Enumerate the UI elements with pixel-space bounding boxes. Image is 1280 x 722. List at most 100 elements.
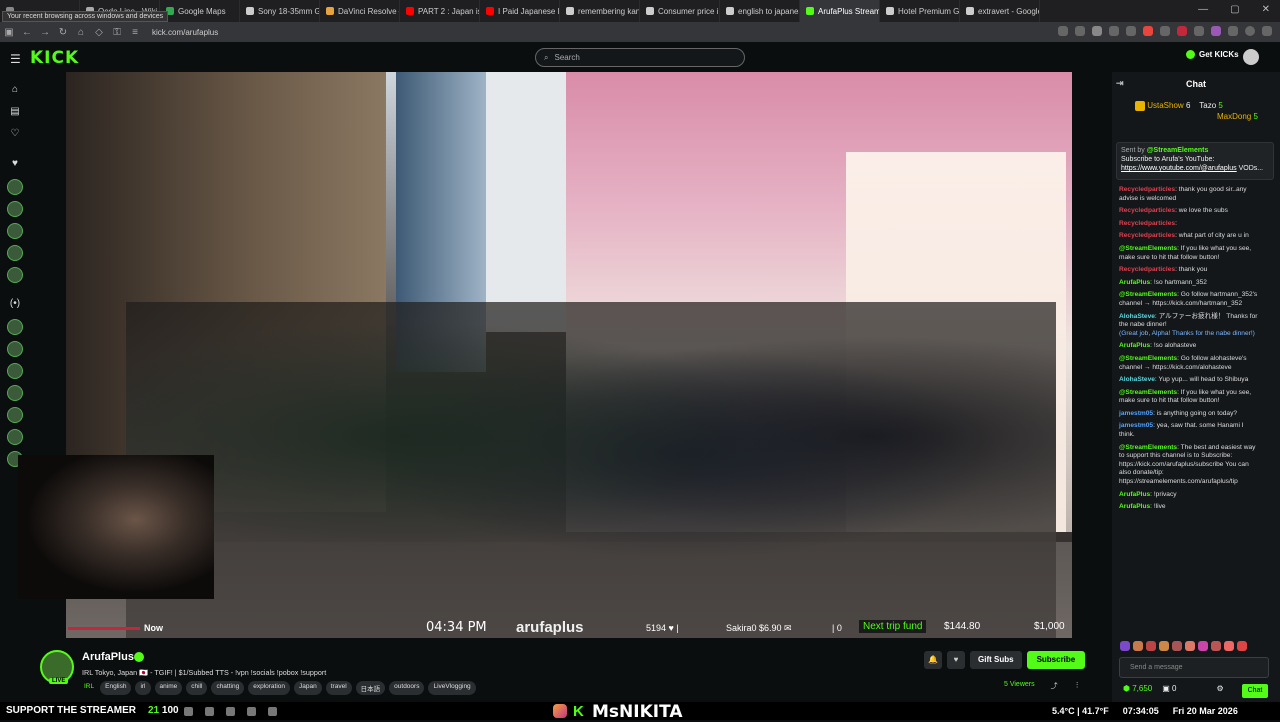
followed-channel-avatar[interactable]: [7, 223, 23, 239]
home-icon[interactable]: ⌂: [72, 27, 90, 38]
chat-username[interactable]: AlohaSteve: [1119, 376, 1155, 383]
pinned-sender[interactable]: @StreamElements: [1147, 147, 1209, 154]
followed-channel-avatar[interactable]: [7, 201, 23, 217]
browser-tab[interactable]: Hotel Premium Green: [880, 0, 960, 22]
stream-tag[interactable]: exploration: [248, 681, 291, 695]
emote-icon[interactable]: [1185, 641, 1195, 651]
stream-tag[interactable]: chatting: [211, 681, 245, 695]
stream-tag[interactable]: travel: [325, 681, 352, 695]
following-icon[interactable]: ♡: [8, 128, 22, 142]
chat-username[interactable]: ArufaPlus: [1119, 491, 1150, 498]
chat-message-input[interactable]: Send a message: [1119, 657, 1269, 678]
chat-username[interactable]: jamestm05: [1119, 410, 1153, 417]
emote-icon[interactable]: [1159, 641, 1169, 651]
browser-tab[interactable]: extravert - Google S: [960, 0, 1040, 22]
forward-icon[interactable]: →: [36, 27, 54, 38]
emote-icon[interactable]: [1237, 641, 1247, 651]
chat-username[interactable]: ArufaPlus: [1119, 503, 1150, 510]
collapse-chat-icon[interactable]: ⇥: [1116, 78, 1124, 89]
stream-tag[interactable]: chill: [186, 681, 208, 695]
profile-icon[interactable]: [1245, 26, 1255, 36]
stream-tag[interactable]: Japan: [294, 681, 322, 695]
chat-username[interactable]: Recycledparticles: [1119, 266, 1175, 273]
url-field[interactable]: kick.com/arufaplus: [152, 28, 218, 37]
emote-icon[interactable]: [1198, 641, 1208, 651]
download-icon[interactable]: [1126, 26, 1136, 36]
stream-tag[interactable]: IRL: [82, 681, 96, 695]
followed-channel-avatar[interactable]: [7, 245, 23, 261]
chat-username[interactable]: @StreamElements: [1119, 444, 1177, 451]
recommended-channel-avatar[interactable]: [7, 429, 23, 445]
leader-2-name[interactable]: Tazo: [1199, 101, 1216, 110]
recommended-channel-avatar[interactable]: [7, 319, 23, 335]
emote-icon[interactable]: [1211, 641, 1221, 651]
reload-icon[interactable]: ↻: [54, 27, 72, 38]
chat-username[interactable]: @StreamElements: [1119, 389, 1177, 396]
lock-icon[interactable]: ⚿: [108, 27, 126, 38]
chat-username[interactable]: AlohaSteve: [1119, 313, 1155, 320]
chat-send-button[interactable]: Chat: [1242, 684, 1268, 698]
browser-tab[interactable]: I Paid Japanese Peopl: [480, 0, 560, 22]
minimize-icon[interactable]: —: [1198, 4, 1208, 15]
extension-icon[interactable]: [1177, 26, 1187, 36]
kick-logo[interactable]: KICK: [30, 48, 79, 68]
notification-bell-icon[interactable]: 🔔: [924, 651, 942, 669]
shield-icon[interactable]: ◇: [90, 27, 108, 38]
stream-tag[interactable]: outdoors: [389, 681, 425, 695]
sidebar-toggle-icon[interactable]: ▣: [0, 27, 18, 38]
leader-3-name[interactable]: MaxDong: [1217, 112, 1251, 121]
chat-username[interactable]: @StreamElements: [1119, 355, 1177, 362]
stream-tag[interactable]: anime: [154, 681, 183, 695]
followed-channel-avatar[interactable]: [7, 267, 23, 283]
stream-tag[interactable]: LiveVlogging: [428, 681, 476, 695]
emote-icon[interactable]: [1120, 641, 1130, 651]
chat-username[interactable]: Recycledparticles: [1119, 186, 1175, 193]
browser-tab[interactable]: DaVinci Resolve — Mi: [320, 0, 400, 22]
chat-username[interactable]: @StreamElements: [1119, 245, 1177, 252]
stream-tag[interactable]: 日本語: [355, 681, 386, 695]
recommended-channel-avatar[interactable]: [7, 341, 23, 357]
streamer-name[interactable]: ArufaPlus: [82, 651, 134, 663]
recommended-channel-avatar[interactable]: [7, 385, 23, 401]
browser-tab[interactable]: remembering kanji - (: [560, 0, 640, 22]
emote-icon[interactable]: [1172, 641, 1182, 651]
extension-icon[interactable]: [1228, 26, 1238, 36]
user-avatar[interactable]: [1243, 49, 1259, 65]
pinned-link[interactable]: https://www.youtube.com/@arufaplus: [1121, 165, 1237, 172]
browser-tab[interactable]: Google Maps: [160, 0, 240, 22]
extension-icon[interactable]: [1211, 26, 1221, 36]
recommended-channel-avatar[interactable]: [7, 363, 23, 379]
home-icon[interactable]: ⌂: [8, 84, 22, 98]
get-kicks-button[interactable]: Get KICKs: [1186, 50, 1239, 59]
stream-tag[interactable]: irl: [135, 681, 151, 695]
hamburger-menu-icon[interactable]: ☰: [10, 52, 21, 66]
chat-username[interactable]: jamestm05: [1119, 422, 1153, 429]
more-options-icon[interactable]: ⋮: [1074, 681, 1081, 691]
browser-tab[interactable]: Consumer price inflati: [640, 0, 720, 22]
gift-subs-button[interactable]: Gift Subs: [970, 651, 1022, 669]
emote-icon[interactable]: [1146, 641, 1156, 651]
followed-channel-avatar[interactable]: [7, 179, 23, 195]
emote-icon[interactable]: [1224, 641, 1234, 651]
back-icon[interactable]: ←: [18, 27, 36, 38]
extension-icon[interactable]: [1160, 26, 1170, 36]
browser-tab[interactable]: ArufaPlus Stream: [800, 0, 880, 22]
stream-tag[interactable]: English: [100, 681, 132, 695]
video-player[interactable]: [66, 72, 1072, 638]
chat-username[interactable]: Recycledparticles: [1119, 207, 1175, 214]
star-icon[interactable]: [1092, 26, 1102, 36]
tune-icon[interactable]: ≡: [126, 27, 144, 38]
menu-icon[interactable]: [1262, 26, 1272, 36]
chat-username[interactable]: ArufaPlus: [1119, 279, 1150, 286]
follow-heart-icon[interactable]: ♥: [947, 651, 965, 669]
close-icon[interactable]: ✕: [1262, 4, 1270, 15]
chat-username[interactable]: Recycledparticles: [1119, 220, 1175, 227]
leader-1-name[interactable]: UstaShow: [1147, 101, 1183, 110]
emote-icon[interactable]: [1133, 641, 1143, 651]
extension-icon[interactable]: [1143, 26, 1153, 36]
maximize-icon[interactable]: ▢: [1230, 4, 1239, 15]
browser-tab[interactable]: english to japanese -: [720, 0, 800, 22]
chat-username[interactable]: @StreamElements: [1119, 291, 1177, 298]
browser-tab[interactable]: Sony 18-35mm GM L: [240, 0, 320, 22]
extension-icon[interactable]: [1075, 26, 1085, 36]
